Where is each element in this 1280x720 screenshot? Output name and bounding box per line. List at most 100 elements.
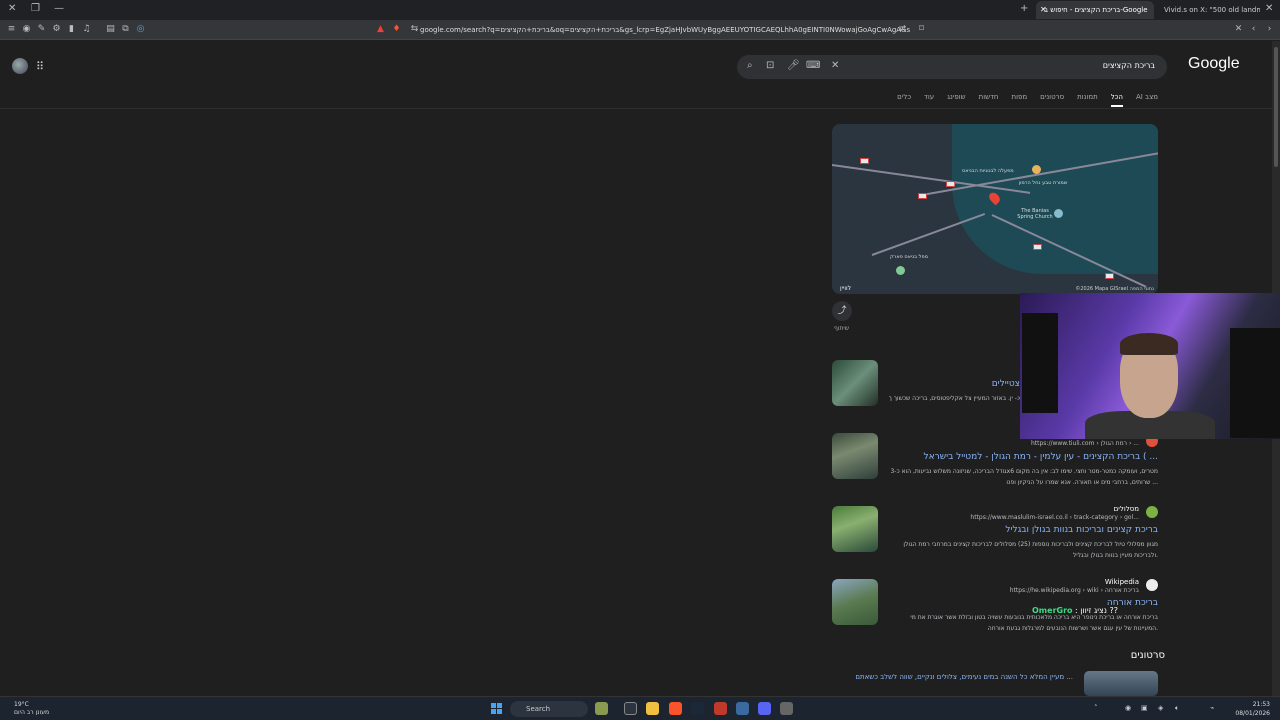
weather-widget[interactable]: 19°C מעונן רב היום — [14, 701, 49, 717]
tab-maps[interactable]: מפות — [1012, 93, 1028, 107]
result-site-name: Wikipedia — [1104, 578, 1139, 586]
shield-icon[interactable]: ◉ — [21, 24, 32, 35]
vpn-icon[interactable]: ◎ — [135, 24, 146, 35]
result-snippet: ין. באזור המעיין צל אקליפטוסים, בריכה שכ… — [888, 395, 1022, 402]
discord-icon[interactable] — [758, 702, 771, 715]
windows-taskbar: 19°C מעונן רב היום Search ˄ ◉ ▣ ◈ 🔈︎ ⌁ 2… — [0, 696, 1280, 720]
close-icon[interactable]: ✕ — [1265, 3, 1273, 14]
result-thumbnail[interactable] — [832, 433, 878, 479]
search-result[interactable]: https://www.tiuli.com › רמת הגולן › ... … — [832, 433, 1158, 493]
menu-icon[interactable]: ≡ — [6, 24, 17, 35]
gear-icon[interactable]: ⚙ — [51, 24, 62, 35]
tab-x-post[interactable]: Vivid.s on X: "500 old landmines wi — [1156, 1, 1260, 19]
app-icon[interactable] — [736, 702, 749, 715]
tab-images[interactable]: תמונות — [1077, 93, 1098, 107]
clock-time: 21:53 — [1252, 701, 1270, 708]
brave-browser-icon[interactable] — [669, 702, 682, 715]
result-url[interactable]: https://he.wikipedia.org › wiki › בריכת … — [1010, 587, 1139, 594]
tab-title: Vivid.s on X: "500 old landmines wi — [1164, 6, 1260, 14]
tab-news[interactable]: חדשות — [979, 93, 999, 107]
google-logo[interactable]: Google — [1188, 55, 1240, 73]
clock-date: 08/01/2026 — [1235, 710, 1270, 717]
stream-chat-message: OmerGro : נציג זיוון ?? — [1032, 606, 1119, 615]
clear-search-icon[interactable]: ✕ — [831, 60, 839, 71]
result-title[interactable]: צטיילים — [992, 379, 1020, 389]
acoustic-panel — [1022, 313, 1058, 413]
search-icon[interactable]: ⌕ — [747, 60, 753, 71]
road-marker: 99 — [860, 158, 869, 164]
tab-all[interactable]: הכל — [1110, 93, 1123, 107]
road-marker: 989 — [946, 181, 955, 187]
road-marker: 99 — [918, 193, 927, 199]
close-icon[interactable]: ✕ — [1233, 24, 1244, 35]
park-poi-icon[interactable] — [896, 266, 905, 275]
tray-app-icon[interactable]: ◈ — [1158, 704, 1163, 712]
map-label: שמורת טבע נחל הרמון — [1018, 180, 1068, 186]
tab-videos[interactable]: סרטונים — [1040, 93, 1064, 107]
forward-icon[interactable]: › — [1264, 24, 1275, 35]
satellite-toggle[interactable]: לוויין — [840, 285, 851, 292]
acoustic-panel — [1230, 328, 1280, 438]
avatar[interactable] — [12, 58, 28, 74]
share-button[interactable]: ⤴ — [832, 301, 852, 321]
tab-shopping[interactable]: שופינג — [947, 93, 966, 107]
share-page-icon[interactable]: ⇄ — [897, 24, 908, 35]
sidebar-icon[interactable]: ▮ — [66, 24, 77, 35]
waterfall-poi-icon[interactable] — [1032, 165, 1041, 174]
volume-icon[interactable]: 🔈︎ — [1175, 704, 1179, 713]
widgets-icon[interactable] — [595, 702, 608, 715]
wallet-icon[interactable]: ▤ — [105, 24, 116, 35]
address-bar[interactable]: google.com/search?q=בריכת+הקציצים&oq=ברי… — [420, 23, 910, 37]
lens-icon[interactable]: ⊡ — [766, 60, 774, 71]
settings-icon[interactable] — [780, 702, 793, 715]
tray-app-icon[interactable]: ◉ — [1125, 704, 1131, 712]
search-box[interactable]: ⌕ ⊡ 🎤︎ ⌨ ✕ בריכת הקציצים — [737, 55, 1167, 79]
scrollbar-thumb[interactable] — [1274, 47, 1278, 167]
app-icon[interactable] — [714, 702, 727, 715]
result-snippet: בריכת אורחה או בריכת נינופר היא בריכה מל… — [910, 614, 1158, 632]
puzzle-icon[interactable]: ⧉ — [120, 24, 131, 35]
brave-shield-icon[interactable]: ♦ — [391, 24, 402, 35]
extension-icon[interactable]: ✎ — [36, 24, 47, 35]
close-window-icon[interactable]: ✕ — [8, 3, 16, 14]
restore-window-icon[interactable]: ❐ — [31, 3, 40, 14]
result-thumbnail[interactable] — [832, 579, 878, 625]
network-icon[interactable]: ⌁ — [1210, 704, 1214, 712]
new-tab-icon[interactable]: + — [1020, 3, 1028, 14]
road-marker: 99 — [1105, 273, 1114, 279]
tray-app-icon[interactable]: ▣ — [1141, 704, 1148, 712]
bookmark-icon[interactable]: ⌑ — [916, 24, 927, 35]
site-info-icon[interactable]: ⇆ — [409, 24, 420, 35]
weather-desc: מעונן רב היום — [14, 709, 50, 716]
windows-start-icon[interactable] — [491, 703, 502, 714]
taskbar-search[interactable]: Search — [510, 701, 588, 717]
tab-ai-mode[interactable]: AI מצב — [1136, 93, 1158, 107]
keyboard-icon[interactable]: ⌨ — [806, 60, 820, 71]
task-view-icon[interactable] — [624, 702, 637, 715]
result-url[interactable]: https://www.tiuli.com › רמת הגולן › ... — [1031, 440, 1139, 447]
result-thumbnail[interactable] — [832, 506, 878, 552]
search-result[interactable]: מסלולים https://www.maslulim-israel.co.i… — [832, 505, 1158, 566]
system-clock[interactable]: 21:53 08/01/2026 — [1235, 700, 1270, 718]
brave-rewards-icon[interactable]: ▲ — [375, 24, 386, 35]
file-explorer-icon[interactable] — [646, 702, 659, 715]
tab-tools[interactable]: כלים — [897, 93, 911, 107]
tab-more[interactable]: עוד — [924, 93, 934, 107]
video-thumbnail[interactable] — [1084, 671, 1158, 696]
map-panel[interactable]: 99 989 99 99 99 מפעלה לבנוניות הבניאס שמ… — [832, 124, 1158, 294]
result-title[interactable]: בריכת הקצינים - עין עלמין - רמת הגולן - … — [923, 452, 1158, 462]
close-tab-icon[interactable]: ✕ — [1040, 1, 1047, 19]
video-result-title[interactable]: מעיין המלא כל השנה במים נעימים, צלולים ו… — [855, 673, 1073, 681]
tray-overflow-icon[interactable]: ˄ — [1094, 704, 1098, 712]
search-input[interactable]: בריכת הקציצים — [1103, 61, 1155, 70]
music-icon[interactable]: ♫ — [81, 24, 92, 35]
tab-google-search[interactable]: ✕ בריכת הקציצים - חיפוש ב-Google — [1036, 1, 1154, 19]
steam-icon[interactable] — [691, 702, 704, 715]
map-label: The Banias Spring Church — [1017, 208, 1053, 220]
back-icon[interactable]: ‹ — [1248, 24, 1259, 35]
microphone-icon[interactable]: 🎤︎ — [787, 60, 800, 71]
result-url[interactable]: https://www.maslulim-israel.co.il › trac… — [970, 514, 1139, 521]
minimize-window-icon[interactable]: — — [54, 3, 64, 14]
apps-grid-icon[interactable]: ⠿ — [36, 60, 44, 73]
result-title[interactable]: בריכת קצינים ובריכות בנוות בגולן ובגליל — [1005, 525, 1158, 535]
